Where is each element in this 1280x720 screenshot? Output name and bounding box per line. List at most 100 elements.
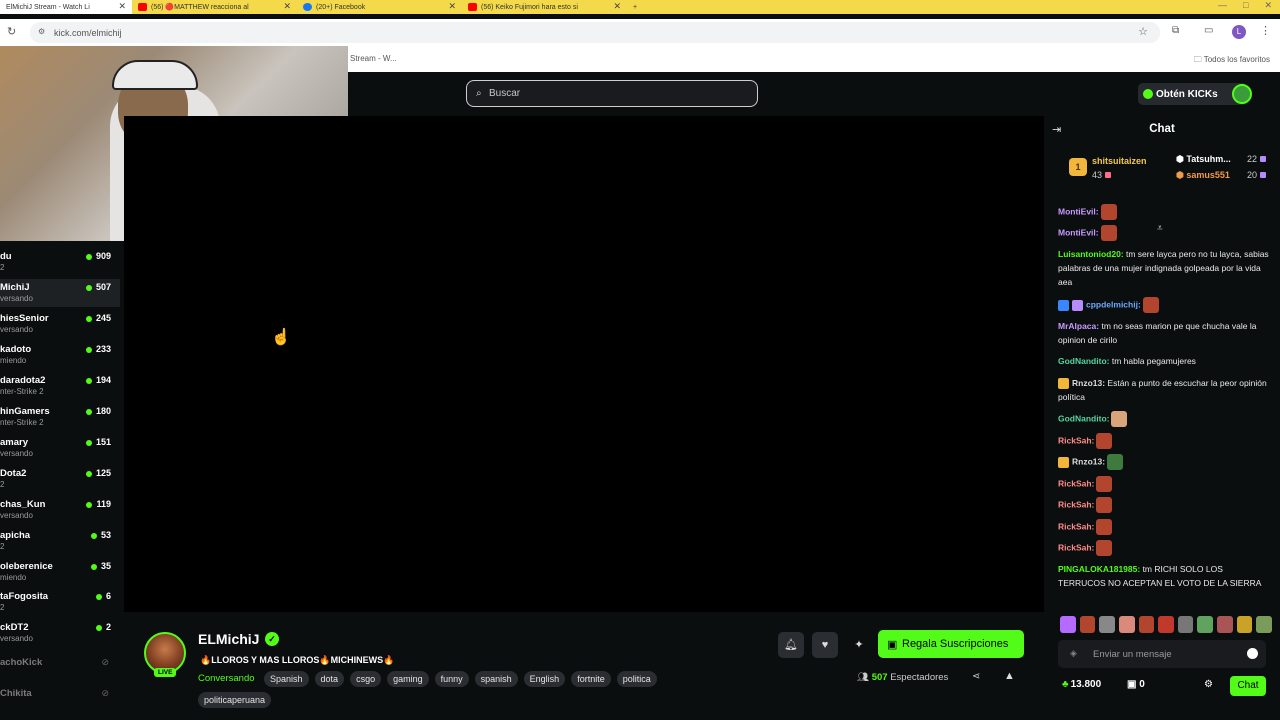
- video-player[interactable]: [124, 116, 1044, 612]
- tab-facebook[interactable]: (20+) Facebook ✕: [297, 0, 462, 14]
- close-tab-icon[interactable]: ✕: [118, 1, 126, 12]
- sidepanel-icon[interactable]: ▭: [1204, 25, 1213, 36]
- chest-counter[interactable]: ▣ 0: [1127, 679, 1145, 690]
- search-input[interactable]: ⌕ Buscar: [466, 80, 758, 107]
- tag[interactable]: English: [523, 671, 566, 687]
- site-info-icon[interactable]: ⚙: [38, 27, 45, 36]
- minimize-icon[interactable]: —: [1218, 0, 1227, 11]
- tag[interactable]: politica: [616, 671, 657, 687]
- chat-message[interactable]: RickSah:: [1058, 497, 1270, 513]
- sidebar-channel[interactable]: kadoto miendo 233: [0, 341, 120, 369]
- chat-message[interactable]: PINGALOKA181985: tm RICHI SOLO LOS TERRU…: [1058, 562, 1270, 590]
- chat-username[interactable]: MrAlpaca:: [1058, 321, 1099, 331]
- close-tab-icon[interactable]: ✕: [613, 1, 621, 12]
- chat-message[interactable]: MrAlpaca: tm no seas marion pe que chuch…: [1058, 319, 1270, 347]
- emote-icon[interactable]: [1118, 616, 1135, 633]
- chat-username[interactable]: PINGALOKA181985:: [1058, 564, 1140, 574]
- sidebar-channel[interactable]: daradota2 nter-Strike 2 194: [0, 372, 120, 400]
- chat-message[interactable]: Rnzo13:: [1058, 454, 1270, 470]
- send-chat-button[interactable]: Chat: [1230, 676, 1266, 696]
- chat-message[interactable]: RickSah:: [1058, 519, 1270, 535]
- notification-bell-icon[interactable]: 🔔︎: [778, 632, 804, 658]
- tab-elmichij[interactable]: ElMichiJ Stream - Watch Li ✕: [0, 0, 132, 14]
- sidebar-channel[interactable]: taFogosita 2 6: [0, 588, 120, 616]
- chat-message[interactable]: Rnzo13: Están a punto de escuchar la peo…: [1058, 376, 1270, 404]
- sidebar-channel[interactable]: chas_Kun versando 119: [0, 496, 120, 524]
- chat-message[interactable]: RickSah:: [1058, 433, 1270, 449]
- bookmark-item[interactable]: Stream - W...: [350, 54, 397, 63]
- sidebar-channel[interactable]: hiesSenior versando 245: [0, 310, 120, 338]
- leader-name[interactable]: ⬢ Tatsuhm...: [1176, 154, 1231, 165]
- tag[interactable]: spanish: [474, 671, 518, 687]
- sidebar-channel[interactable]: oleberenice miendo 35: [0, 558, 120, 586]
- close-tab-icon[interactable]: ✕: [448, 1, 456, 12]
- gift-subs-button[interactable]: ▣ Regala Suscripciones: [878, 630, 1024, 658]
- sidebar-channel-offline[interactable]: Chikita ⊘: [0, 685, 120, 713]
- share-icon[interactable]: ⋖: [972, 671, 980, 682]
- tag[interactable]: csgo: [350, 671, 382, 687]
- stream-category[interactable]: Conversando: [198, 673, 255, 684]
- sidebar-channel-offline[interactable]: achoKick ⊘: [0, 654, 120, 682]
- emote-picker-icon[interactable]: ◈: [1070, 648, 1077, 659]
- emote-icon[interactable]: [1236, 616, 1253, 633]
- sidebar-channel[interactable]: apicha 2 53: [0, 527, 120, 555]
- emote-icon[interactable]: [1256, 616, 1273, 633]
- chat-username[interactable]: RickSah:: [1058, 542, 1094, 552]
- sidebar-channel[interactable]: ckDT2 versando 2: [0, 619, 120, 647]
- chat-username[interactable]: Luisantoniod20:: [1058, 249, 1124, 259]
- tag[interactable]: politicaperuana: [198, 692, 272, 708]
- url-field[interactable]: ⚙ kick.com/elmichij ☆: [30, 22, 1160, 43]
- star-icon[interactable]: ☆: [1138, 25, 1148, 38]
- leader-name[interactable]: shitsuitaizen: [1092, 156, 1147, 166]
- sidebar-channel[interactable]: du 2 909: [0, 248, 120, 276]
- tag[interactable]: fortnite: [571, 671, 611, 687]
- new-tab-button[interactable]: +: [627, 0, 647, 14]
- tab-youtube-matthew[interactable]: (56) 🔴MATTHEW reacciona al ✕: [132, 0, 297, 14]
- chat-username[interactable]: GodNandito:: [1058, 356, 1109, 366]
- follow-heart-icon[interactable]: ♥: [812, 632, 838, 658]
- channel-points[interactable]: ♣ 13.800: [1062, 679, 1101, 690]
- sidebar-channel[interactable]: amary versando 151: [0, 434, 120, 462]
- report-warning-icon[interactable]: ▲: [1004, 670, 1015, 682]
- leader-name[interactable]: ⬢ samus551: [1176, 170, 1230, 181]
- menu-icon[interactable]: ⋮: [1260, 24, 1271, 37]
- sparkle-icon[interactable]: ✦: [846, 632, 872, 658]
- extensions-icon[interactable]: ⧉: [1172, 25, 1179, 36]
- emote-icon[interactable]: [1217, 616, 1233, 633]
- chat-message[interactable]: Luisantoniod20: tm sere layca pero no tu…: [1058, 247, 1270, 289]
- chat-message[interactable]: MontiEvil:: [1058, 204, 1270, 220]
- chat-message[interactable]: RickSah:: [1058, 540, 1270, 556]
- chat-username[interactable]: RickSah:: [1058, 435, 1094, 445]
- sidebar-channel[interactable]: hinGamers nter-Strike 2 180: [0, 403, 120, 431]
- chat-input[interactable]: ◈ Enviar un mensaje: [1058, 640, 1266, 668]
- sidebar-channel[interactable]: MichiJ versando 507: [0, 279, 120, 307]
- maximize-icon[interactable]: □: [1243, 0, 1248, 11]
- tag[interactable]: funny: [434, 671, 469, 687]
- chat-username[interactable]: MontiEvil:: [1058, 227, 1099, 237]
- tab-youtube-keiko[interactable]: (56) Keiko Fujimori hara esto si ✕: [462, 0, 627, 14]
- emote-icon[interactable]: [1079, 616, 1096, 633]
- emote-icon[interactable]: [1060, 616, 1076, 633]
- chat-message[interactable]: RickSah:: [1058, 476, 1270, 492]
- chat-message[interactable]: GodNandito: tm habla pegamujeres: [1058, 354, 1270, 368]
- chat-username[interactable]: cppdelmichij:: [1086, 299, 1141, 309]
- emote-icon[interactable]: [1177, 616, 1194, 633]
- emote-icon[interactable]: [1197, 616, 1214, 633]
- chat-username[interactable]: Rnzo13:: [1072, 378, 1105, 388]
- chat-message[interactable]: GodNandito:: [1058, 411, 1270, 427]
- sidebar-channel[interactable]: Dota2 2 125: [0, 465, 120, 493]
- close-window-icon[interactable]: ✕: [1264, 0, 1272, 11]
- get-kicks-button[interactable]: Obtén KICKs: [1138, 83, 1247, 105]
- emote-icon[interactable]: [1099, 616, 1115, 633]
- chat-username[interactable]: GodNandito:: [1058, 413, 1109, 423]
- chat-message[interactable]: MontiEvil:: [1058, 225, 1270, 241]
- all-bookmarks[interactable]: 🗀 Todos los favoritos: [1194, 54, 1270, 68]
- chat-username[interactable]: RickSah:: [1058, 521, 1094, 531]
- chat-username[interactable]: RickSah:: [1058, 499, 1094, 509]
- tag[interactable]: gaming: [387, 671, 429, 687]
- emote-icon[interactable]: [1138, 616, 1155, 633]
- reload-icon[interactable]: ↻: [7, 25, 16, 38]
- tag[interactable]: dota: [314, 671, 345, 687]
- chat-username[interactable]: Rnzo13:: [1072, 456, 1105, 466]
- close-tab-icon[interactable]: ✕: [283, 1, 291, 12]
